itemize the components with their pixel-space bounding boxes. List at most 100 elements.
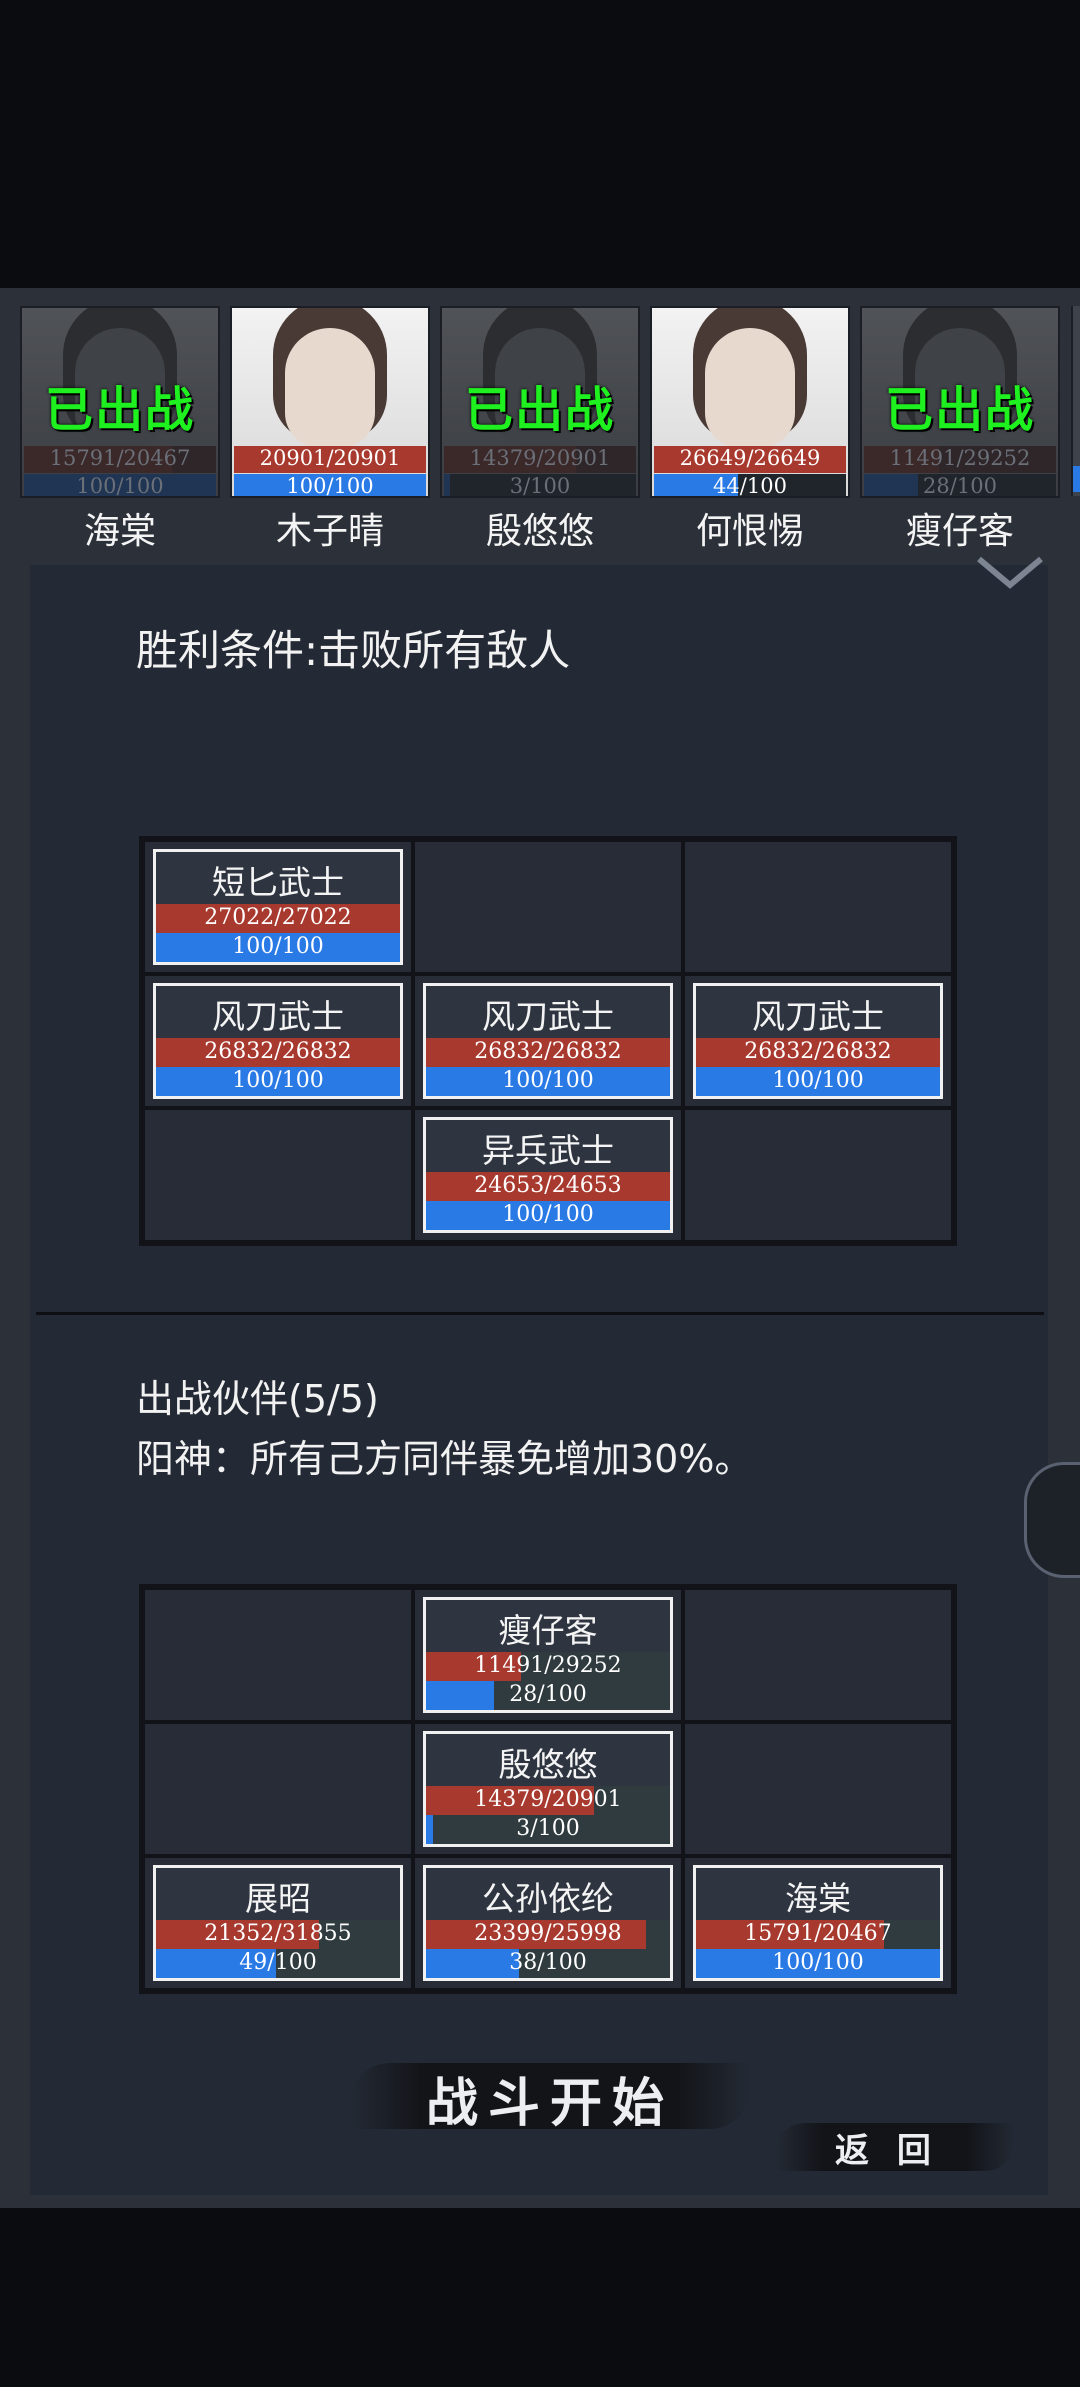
enemy-card[interactable]: 风刀武士 26832/26832 100/100 [153, 983, 403, 1099]
roster-hero[interactable]: 14379/20901 3/100 已出战 殷悠悠 [440, 302, 640, 552]
unit-name: 风刀武士 [482, 997, 614, 1036]
hp-bar: 15791/20467 [696, 1920, 940, 1949]
mp-text: 100/100 [232, 934, 324, 959]
formation-cell[interactable] [145, 1110, 411, 1240]
hp-bar: 26832/26832 [696, 1038, 940, 1067]
roster-hero[interactable]: 20901/20901 100/100 木子晴 [230, 302, 430, 552]
hp-bar: 26832/26832 [156, 1038, 400, 1067]
mp-bar: 3/100 [426, 1815, 670, 1844]
mp-bar: 100/100 [156, 1067, 400, 1096]
hero-portrait[interactable]: 11491/29252 28/100 已出战 [860, 306, 1060, 498]
hp-text: 14379/20901 [474, 1787, 622, 1812]
hero-face-image [285, 328, 375, 448]
hp-text: 26832/26832 [744, 1039, 892, 1064]
hp-bar: 21352/31855 [156, 1920, 400, 1949]
unit-name: 展昭 [245, 1879, 311, 1918]
deployed-badge: 已出战 [464, 382, 615, 438]
hero-mp-text: 28/100 [923, 474, 997, 498]
enemy-card[interactable]: 短匕武士 27022/27022 100/100 [153, 849, 403, 965]
hero-mp-bar: 100/100 [24, 474, 216, 496]
navigation-bar-area [0, 2208, 1080, 2387]
formation-cell[interactable]: 异兵武士 24653/24653 100/100 [415, 1110, 681, 1240]
ally-card[interactable]: 海棠 15791/20467 100/100 [693, 1865, 943, 1981]
mp-text: 100/100 [772, 1950, 864, 1975]
victory-condition: 胜利条件:击败所有敌人 [136, 626, 571, 675]
formation-cell[interactable] [415, 842, 681, 972]
ally-formation-grid: 瘦仔客 11491/29252 28/100 殷悠悠 14379/20901 3… [139, 1584, 957, 1994]
mp-bar: 100/100 [156, 933, 400, 962]
roster-hero[interactable]: 26649/26649 44/100 何恨惕 [650, 302, 850, 552]
enemy-card[interactable]: 异兵武士 24653/24653 100/100 [423, 1117, 673, 1233]
formation-cell[interactable] [685, 1724, 951, 1854]
ally-card[interactable]: 殷悠悠 14379/20901 3/100 [423, 1731, 673, 1847]
roster-hero[interactable]: 15791/20467 100/100 已出战 海棠 [20, 302, 220, 552]
hero-hp-bar: 26649/26649 [654, 446, 846, 473]
hp-text: 15791/20467 [744, 1921, 892, 1946]
mp-bar: 28/100 [426, 1681, 670, 1710]
mp-text: 100/100 [772, 1068, 864, 1093]
ally-card[interactable]: 瘦仔客 11491/29252 28/100 [423, 1597, 673, 1713]
formation-cell[interactable]: 风刀武士 26832/26832 100/100 [685, 976, 951, 1106]
hp-text: 24653/24653 [474, 1173, 622, 1198]
hero-portrait[interactable]: 26649/26649 44/100 [650, 306, 850, 498]
formation-cell[interactable]: 风刀武士 26832/26832 100/100 [145, 976, 411, 1106]
unit-name: 风刀武士 [752, 997, 884, 1036]
formation-cell[interactable] [145, 1724, 411, 1854]
hero-hp-bar: 15791/20467 [24, 446, 216, 473]
hero-hp-text: 11491/29252 [889, 446, 1031, 470]
status-bar-area [0, 0, 1080, 288]
hero-hp-text: 26649/26649 [679, 446, 821, 470]
hero-mp-bar: 3/100 [444, 474, 636, 496]
hero-hp-bar: 14379/20901 [444, 446, 636, 473]
formation-cell[interactable]: 海棠 15791/20467 100/100 [685, 1858, 951, 1988]
unit-name: 短匕武士 [212, 863, 344, 902]
mp-bar: 38/100 [426, 1949, 670, 1978]
mp-bar: 100/100 [426, 1067, 670, 1096]
start-battle-button[interactable]: 战斗开始 [350, 2055, 750, 2135]
formation-cell[interactable] [685, 1590, 951, 1720]
hero-name: 海棠 [83, 511, 156, 552]
start-battle-label: 战斗开始 [425, 2074, 674, 2134]
formation-cell[interactable]: 殷悠悠 14379/20901 3/100 [415, 1724, 681, 1854]
roster-hero[interactable]: 11491/29252 28/100 已出战 瘦仔客 [860, 302, 1060, 552]
mp-text: 28/100 [509, 1682, 587, 1707]
formation-cell[interactable]: 短匕武士 27022/27022 100/100 [145, 842, 411, 972]
hero-hp-text: 20901/20901 [259, 446, 401, 470]
formation-cell[interactable]: 展昭 21352/31855 49/100 [145, 1858, 411, 1988]
side-menu-tab[interactable] [1024, 1462, 1080, 1578]
roster-next-hero-peek[interactable] [1071, 306, 1080, 496]
hp-bar: 27022/27022 [156, 904, 400, 933]
formation-cell[interactable]: 风刀武士 26832/26832 100/100 [415, 976, 681, 1106]
formation-cell[interactable] [685, 1110, 951, 1240]
ally-card[interactable]: 展昭 21352/31855 49/100 [153, 1865, 403, 1981]
formation-cell[interactable]: 瘦仔客 11491/29252 28/100 [415, 1590, 681, 1720]
hero-roster[interactable]: 15791/20467 100/100 已出战 海棠 20901/20901 1… [0, 302, 1080, 552]
formation-cell[interactable] [145, 1590, 411, 1720]
hero-portrait[interactable]: 20901/20901 100/100 [230, 306, 430, 498]
formation-cell[interactable]: 公孙依纶 23399/25998 38/100 [415, 1858, 681, 1988]
hero-name: 瘦仔客 [905, 511, 1014, 552]
hp-bar: 11491/29252 [426, 1652, 670, 1681]
hp-text: 11491/29252 [474, 1653, 622, 1678]
hp-bar: 23399/25998 [426, 1920, 670, 1949]
formation-cell[interactable] [685, 842, 951, 972]
hero-portrait[interactable]: 15791/20467 100/100 已出战 [20, 306, 220, 498]
hero-portrait[interactable]: 14379/20901 3/100 已出战 [440, 306, 640, 498]
deployed-badge: 已出战 [44, 382, 195, 438]
mp-text: 38/100 [509, 1950, 587, 1975]
back-button[interactable]: 返 回 [775, 2115, 1015, 2175]
chevron-down-icon[interactable] [975, 553, 1045, 593]
hero-hp-bar: 11491/29252 [864, 446, 1056, 473]
hero-hp-text: 14379/20901 [469, 446, 611, 470]
hp-text: 26832/26832 [474, 1039, 622, 1064]
ally-card[interactable]: 公孙依纶 23399/25998 38/100 [423, 1865, 673, 1981]
hero-mp-bar: 100/100 [234, 474, 426, 496]
mp-text: 49/100 [239, 1950, 317, 1975]
hero-name: 木子晴 [275, 511, 384, 552]
enemy-card[interactable]: 风刀武士 26832/26832 100/100 [423, 983, 673, 1099]
enemy-card[interactable]: 风刀武士 26832/26832 100/100 [693, 983, 943, 1099]
hero-mp-text: 44/100 [713, 474, 787, 498]
hero-mp-bar: 28/100 [864, 474, 1056, 498]
unit-name: 公孙依纶 [482, 1879, 614, 1918]
section-divider [36, 1312, 1044, 1315]
